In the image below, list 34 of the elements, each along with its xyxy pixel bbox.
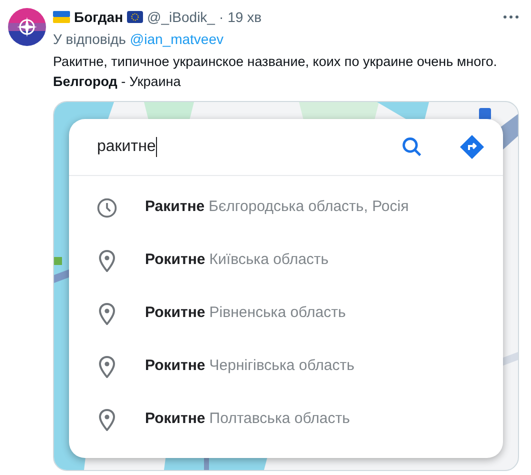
tweet-text: Белгород - Украина: [53, 73, 181, 91]
place-name: Рокитне: [145, 409, 206, 430]
directions-icon[interactable]: [459, 134, 485, 160]
pin-icon: [99, 302, 115, 324]
more-icon[interactable]: [503, 15, 519, 19]
search-icon[interactable]: [401, 136, 423, 158]
region-text: Київська область: [209, 250, 329, 270]
suggestion-item[interactable]: Рокитне Чернігівська область: [69, 340, 503, 393]
display-name[interactable]: Богдан: [74, 6, 124, 28]
timestamp[interactable]: 19 хв: [228, 6, 262, 28]
flag-icon: [53, 11, 70, 23]
place-name: Рокитне: [145, 356, 206, 376]
region-text: Полтавська область: [209, 409, 350, 430]
suggestion-item[interactable]: Ракитне Бєлгородська область, Росія: [69, 181, 503, 234]
flag-icon: [127, 11, 144, 23]
suggestion-item[interactable]: Рокитне Полтавська область: [69, 393, 503, 446]
search-field[interactable]: ракитне: [97, 132, 401, 162]
pin-icon: [99, 356, 115, 378]
region-text: Рівненська область: [209, 303, 346, 324]
user-handle[interactable]: @_iBodik_: [147, 6, 215, 28]
suggestion-item[interactable]: Рокитне Київська область: [69, 234, 503, 287]
separator-dot: ·: [218, 8, 224, 26]
avatar-icon[interactable]: [8, 8, 46, 46]
place-name: Рокитне: [145, 303, 206, 324]
suggestion-item[interactable]: Рокитне Рівненська область: [69, 287, 503, 340]
place-name: Рокитне: [145, 250, 206, 270]
reply-label: У відповідь: [53, 30, 126, 49]
pin-icon: [99, 250, 115, 272]
region-text: Чернігівська область: [209, 356, 354, 376]
place-name: Ракитне: [145, 197, 205, 218]
region-text: Бєлгородська область, Росія: [208, 197, 409, 218]
clock-icon: [96, 196, 118, 218]
tweet-text: Ракитне, типичное украинское название, коих по украине очень много.: [53, 53, 497, 71]
pin-icon: [99, 408, 115, 430]
